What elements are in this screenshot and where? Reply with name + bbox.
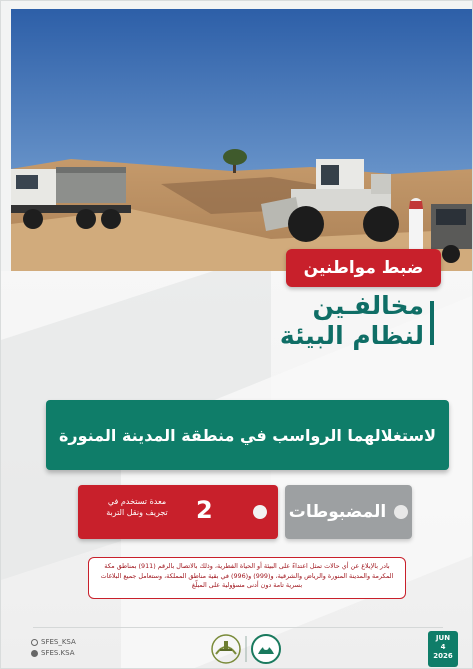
x-icon — [31, 639, 38, 646]
title-banner: ضبط مواطنين — [286, 249, 441, 287]
x-account[interactable]: SFES_KSA — [31, 637, 76, 648]
headline-line-2: لنظام البيئة — [279, 321, 424, 350]
date-day: 4 — [440, 643, 446, 651]
violation-box: لاستغلالهما الرواسب في منطقة المدينة الم… — [46, 400, 449, 470]
site-photo — [11, 9, 472, 271]
notice-text: بادر بالإبلاغ عن أي حالات تمثل اعتداءً ع… — [100, 562, 394, 589]
news-card: ضبط مواطنين مخالفـين لنظام البيئة لاستغل… — [0, 0, 473, 669]
snap-handle: SFES.KSA — [41, 649, 75, 657]
snapchat-account[interactable]: SFES.KSA — [31, 648, 76, 659]
person — [409, 198, 423, 254]
ministry-emblem-icon — [211, 634, 241, 664]
environment-center-emblem-icon — [251, 634, 281, 664]
seized-label-box: المضبوطات — [285, 485, 412, 539]
bullet-icon — [394, 505, 409, 519]
seized-label: المضبوطات — [288, 502, 387, 522]
headline: مخالفـين لنظام البيئة — [264, 291, 434, 351]
headline-line-1: مخالفـين — [312, 291, 424, 320]
logos — [206, 630, 286, 668]
x-handle: SFES_KSA — [41, 638, 76, 646]
violation-text: لاستغلالهما الرواسب في منطقة المدينة الم… — [58, 425, 437, 445]
social-handles: SFES_KSA SFES.KSA — [31, 637, 76, 659]
date-month: JUN — [435, 634, 451, 642]
date-badge: JUN 4 2026 — [428, 631, 458, 667]
seized-count: 2 — [196, 496, 213, 524]
bullet-icon — [253, 505, 267, 519]
seized-count-box: معدة تستخدم في تجريف ونقل التربة 2 — [78, 485, 278, 539]
footer-divider — [33, 627, 443, 628]
seized-description: معدة تستخدم في تجريف ونقل التربة — [106, 497, 168, 517]
banner-title: ضبط مواطنين — [303, 258, 424, 278]
date-year: 2026 — [433, 652, 453, 660]
report-notice: بادر بالإبلاغ عن أي حالات تمثل اعتداءً ع… — [88, 557, 406, 599]
snapchat-icon — [31, 650, 38, 657]
